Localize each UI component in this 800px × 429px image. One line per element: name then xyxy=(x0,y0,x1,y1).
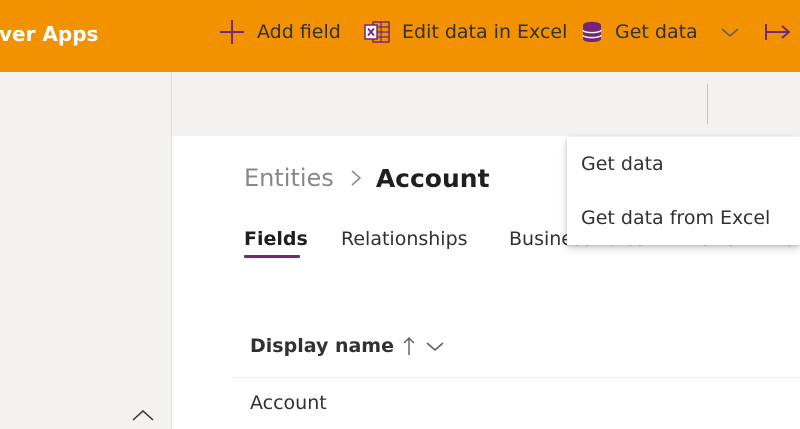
chevron-right-icon xyxy=(351,170,361,186)
menu-item-get-data[interactable]: Get data xyxy=(581,153,664,175)
header-row-divider xyxy=(232,377,800,378)
get-data-dropdown-toggle[interactable] xyxy=(718,0,742,64)
breadcrumb-entities-link[interactable]: Entities xyxy=(244,164,334,192)
tab-fields[interactable]: Fields xyxy=(244,228,308,250)
left-navigation xyxy=(0,72,172,429)
split-button-divider xyxy=(707,84,708,124)
tab-relationships[interactable]: Relationships xyxy=(341,228,468,250)
add-field-label: Add field xyxy=(257,21,341,43)
arrow-up-icon xyxy=(403,337,415,355)
table-row[interactable]: Account xyxy=(250,392,327,414)
add-field-button[interactable]: Add field xyxy=(219,0,341,64)
column-header-display-name[interactable]: Display name xyxy=(250,332,446,360)
chevron-up-icon xyxy=(132,409,154,421)
chevron-down-icon[interactable] xyxy=(424,335,446,357)
plus-icon xyxy=(220,20,244,44)
nav-collapse-button[interactable] xyxy=(129,400,157,428)
breadcrumb: Entities Account xyxy=(244,160,490,196)
get-data-label: Get data xyxy=(615,21,698,43)
get-data-dropdown-menu: Get data Get data from Excel xyxy=(567,137,800,245)
column-header-label: Display name xyxy=(250,335,394,357)
get-data-button[interactable]: Get data xyxy=(581,0,698,64)
edit-data-in-excel-button[interactable]: Edit data in Excel xyxy=(364,0,567,64)
arrow-right-bar-icon xyxy=(765,24,791,40)
app-title: ver Apps xyxy=(0,22,99,46)
breadcrumb-current: Account xyxy=(375,163,490,193)
edit-data-in-excel-label: Edit data in Excel xyxy=(402,21,568,43)
database-icon xyxy=(582,21,602,42)
menu-item-get-data-from-excel[interactable]: Get data from Excel xyxy=(581,207,770,229)
overflow-command-button[interactable] xyxy=(764,0,792,64)
excel-icon xyxy=(364,21,390,43)
command-bar xyxy=(172,72,800,136)
active-tab-indicator xyxy=(244,255,300,258)
chevron-down-icon xyxy=(721,28,739,37)
